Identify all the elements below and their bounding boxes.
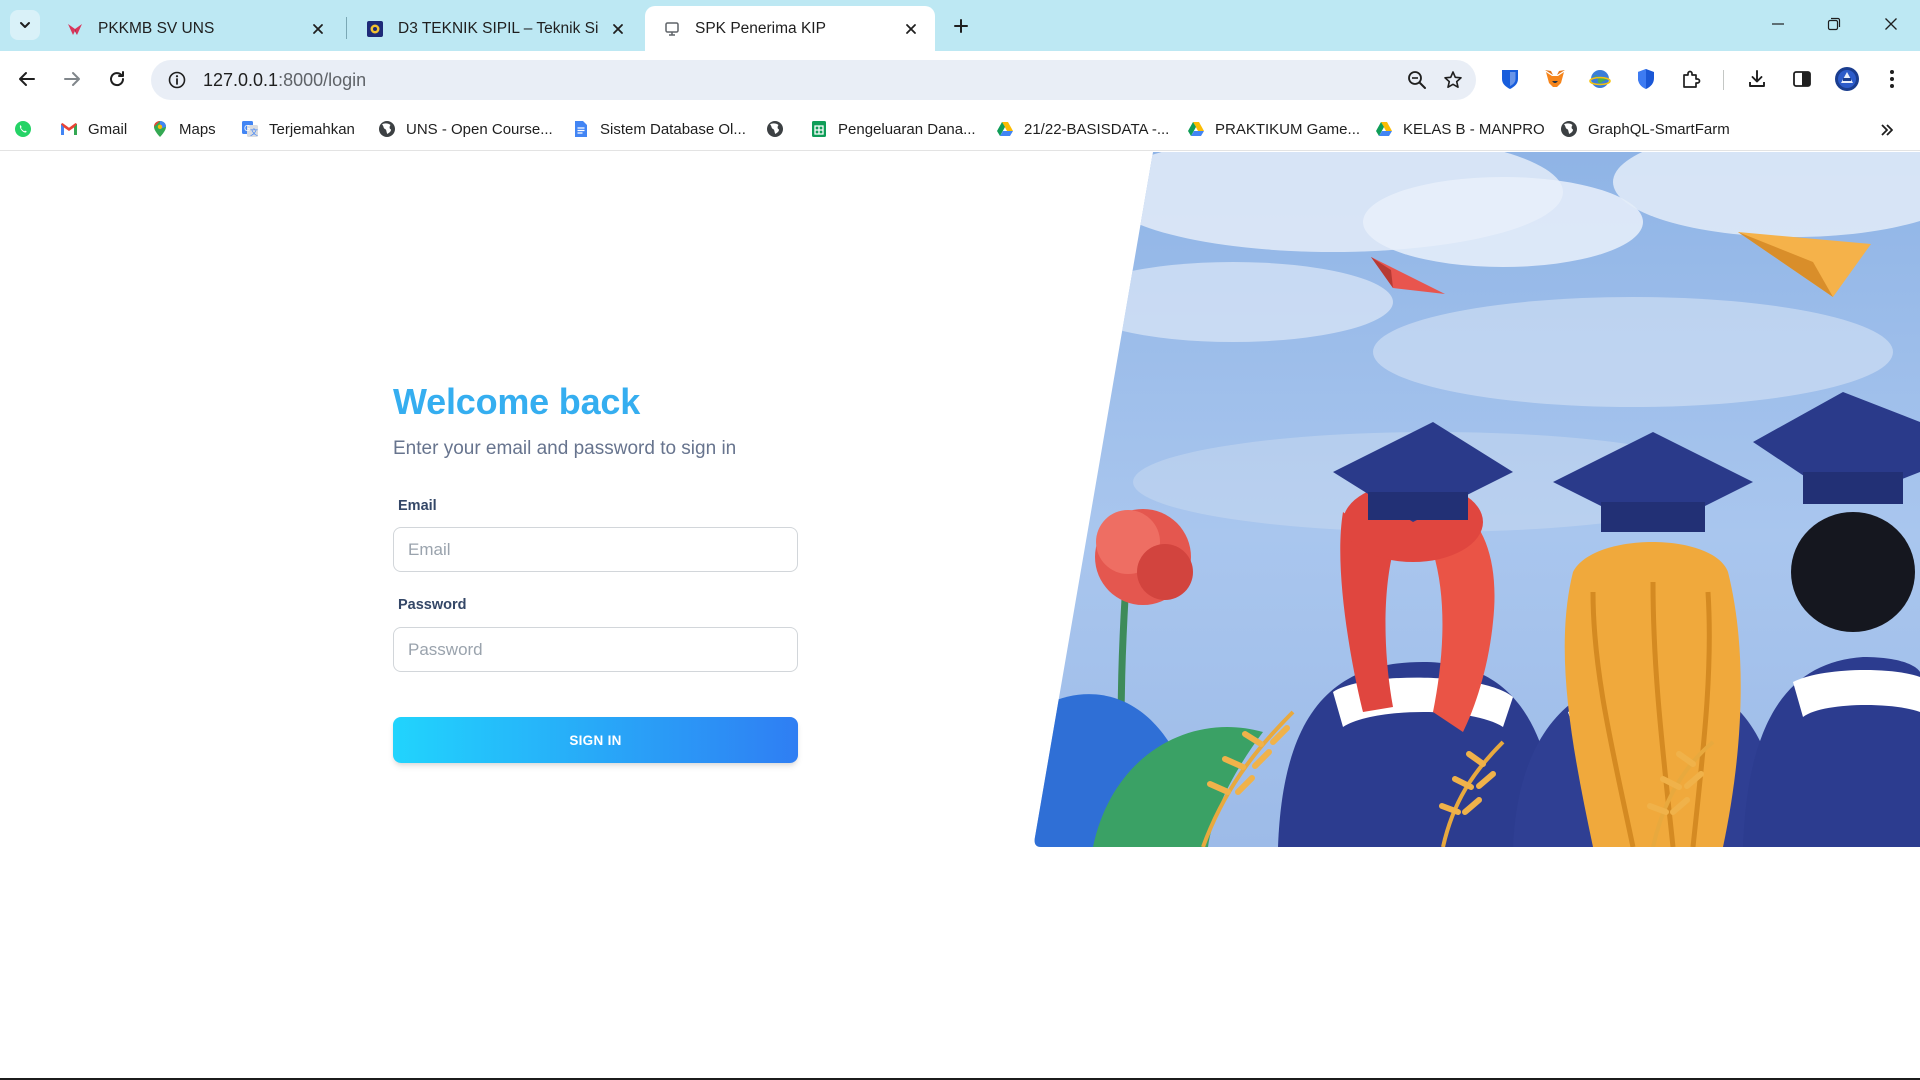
profile-avatar[interactable] (1831, 63, 1863, 95)
minimize-icon (1772, 23, 1784, 25)
sign-in-button[interactable]: SIGN IN (393, 717, 798, 763)
bookmark-uns-open-course[interactable]: UNS - Open Course... (378, 113, 553, 145)
bookmark-kelas-b-manpro[interactable]: KELAS B - MANPRO (1375, 113, 1545, 145)
back-button[interactable] (9, 61, 45, 97)
site-info-icon[interactable] (157, 60, 197, 100)
page-content: Welcome back Enter your email and passwo… (0, 152, 1920, 1080)
minimize-button[interactable] (1749, 0, 1807, 48)
globe-favicon (663, 20, 681, 38)
bookmark-basisdata[interactable]: 21/22-BASISDATA -... (996, 113, 1169, 145)
sheets-icon (810, 120, 828, 138)
download-icon[interactable] (1741, 63, 1773, 95)
plus-icon (954, 19, 968, 33)
bookmark-label: Pengeluaran Dana... (838, 120, 976, 138)
bookmark-label: KELAS B - MANPRO (1403, 120, 1545, 138)
menu-kebab-icon[interactable] (1876, 63, 1908, 95)
bookmark-whatsapp[interactable] (14, 113, 32, 145)
gmail-icon (60, 120, 78, 138)
globe-icon (378, 120, 396, 138)
tab-title: D3 TEKNIK SIPIL – Teknik Sipil U (398, 19, 598, 37)
tab-separator (346, 17, 347, 39)
email-label: Email (398, 498, 437, 514)
docs-icon (572, 120, 590, 138)
globe-icon (766, 120, 784, 138)
tab-strip: PKKMB SV UNS D3 TEKNIK SIPIL – Teknik Si… (0, 0, 1920, 51)
address-bar[interactable]: 127.0.0.1:8000/login (151, 60, 1476, 100)
more-bookmarks-icon[interactable] (1876, 119, 1898, 141)
chevron-down-icon (20, 22, 30, 28)
bookmark-pengeluaran-dana[interactable]: Pengeluaran Dana... (810, 113, 976, 145)
svg-text:文: 文 (250, 127, 258, 137)
pkkmb-favicon (66, 20, 84, 38)
uns-favicon (366, 20, 384, 38)
close-icon[interactable] (901, 19, 921, 39)
bookmark-label: Maps (179, 120, 216, 138)
translate-icon: G文 (241, 120, 259, 138)
tab-spk-penerima-kip[interactable]: SPK Penerima KIP (645, 6, 935, 51)
browser-window: PKKMB SV UNS D3 TEKNIK SIPIL – Teknik Si… (0, 0, 1920, 1080)
side-panel-icon[interactable] (1786, 63, 1818, 95)
password-label: Password (398, 597, 467, 613)
page-subtitle: Enter your email and password to sign in (393, 438, 737, 459)
close-icon[interactable] (308, 19, 328, 39)
globe-extension-icon[interactable] (1584, 63, 1616, 95)
reload-icon (110, 71, 125, 87)
url-text: 127.0.0.1:8000/login (203, 70, 366, 91)
bookmark-graphql-smartfarm[interactable]: GraphQL-SmartFarm (1560, 113, 1730, 145)
tab-search-button[interactable] (10, 10, 40, 40)
bitwarden-icon[interactable] (1494, 63, 1526, 95)
bookmark-gmail[interactable]: Gmail (60, 113, 127, 145)
globe-icon (1560, 120, 1578, 138)
bookmark-label: PRAKTIKUM Game... (1215, 120, 1361, 138)
reload-button[interactable] (99, 61, 135, 97)
extensions-puzzle-icon[interactable] (1675, 63, 1707, 95)
close-window-button[interactable] (1862, 0, 1920, 48)
arrow-left-icon (19, 72, 35, 86)
maps-icon (151, 120, 169, 138)
tab-title: PKKMB SV UNS (98, 19, 215, 37)
password-field[interactable] (393, 627, 798, 672)
bookmark-label: Sistem Database Ol... (600, 120, 746, 138)
url-host: 127.0.0.1 (203, 69, 279, 90)
bookmark-sistem-database[interactable]: Sistem Database Ol... (572, 113, 746, 145)
bookmark-label: Terjemahkan (269, 120, 355, 138)
drive-icon (1375, 120, 1393, 138)
page-title: Welcome back (393, 381, 641, 422)
email-field[interactable] (393, 527, 798, 572)
drive-icon (1187, 120, 1205, 138)
tab-d3-teknik-sipil[interactable]: D3 TEKNIK SIPIL – Teknik Sipil U (348, 6, 642, 51)
bookmark-label: 21/22-BASISDATA -... (1024, 120, 1170, 138)
forward-button[interactable] (54, 61, 90, 97)
tab-pkkmb[interactable]: PKKMB SV UNS (48, 6, 342, 51)
url-path: :8000/login (278, 69, 367, 90)
bookmark-label: GraphQL-SmartFarm (1588, 120, 1730, 138)
bookmark-star-icon[interactable] (1440, 67, 1466, 93)
restore-button[interactable] (1805, 0, 1863, 48)
bookmarks-bar: Gmail Maps G文 Terjemahkan UNS - Open Cou… (0, 107, 1920, 151)
bookmark-globe[interactable] (766, 113, 784, 145)
close-icon (1885, 18, 1897, 30)
bookmark-terjemahkan[interactable]: G文 Terjemahkan (241, 113, 355, 145)
close-icon[interactable] (608, 19, 628, 39)
new-tab-button[interactable] (946, 11, 976, 41)
restore-icon (1827, 17, 1841, 31)
zoom-icon[interactable] (1404, 67, 1430, 93)
drive-icon (996, 120, 1014, 138)
graduation-illustration (1034, 152, 1920, 847)
tab-title: SPK Penerima KIP (695, 19, 826, 37)
whatsapp-icon (14, 120, 32, 138)
bookmark-maps[interactable]: Maps (151, 113, 216, 145)
shield-icon[interactable] (1630, 63, 1662, 95)
bookmark-label: Gmail (88, 120, 128, 138)
metamask-icon[interactable] (1539, 63, 1571, 95)
toolbar: 127.0.0.1:8000/login (0, 51, 1920, 107)
arrow-right-icon (64, 72, 80, 86)
bookmark-label: UNS - Open Course... (406, 120, 553, 138)
toolbar-divider (1723, 70, 1724, 90)
bookmark-praktikum-game[interactable]: PRAKTIKUM Game... (1187, 113, 1360, 145)
